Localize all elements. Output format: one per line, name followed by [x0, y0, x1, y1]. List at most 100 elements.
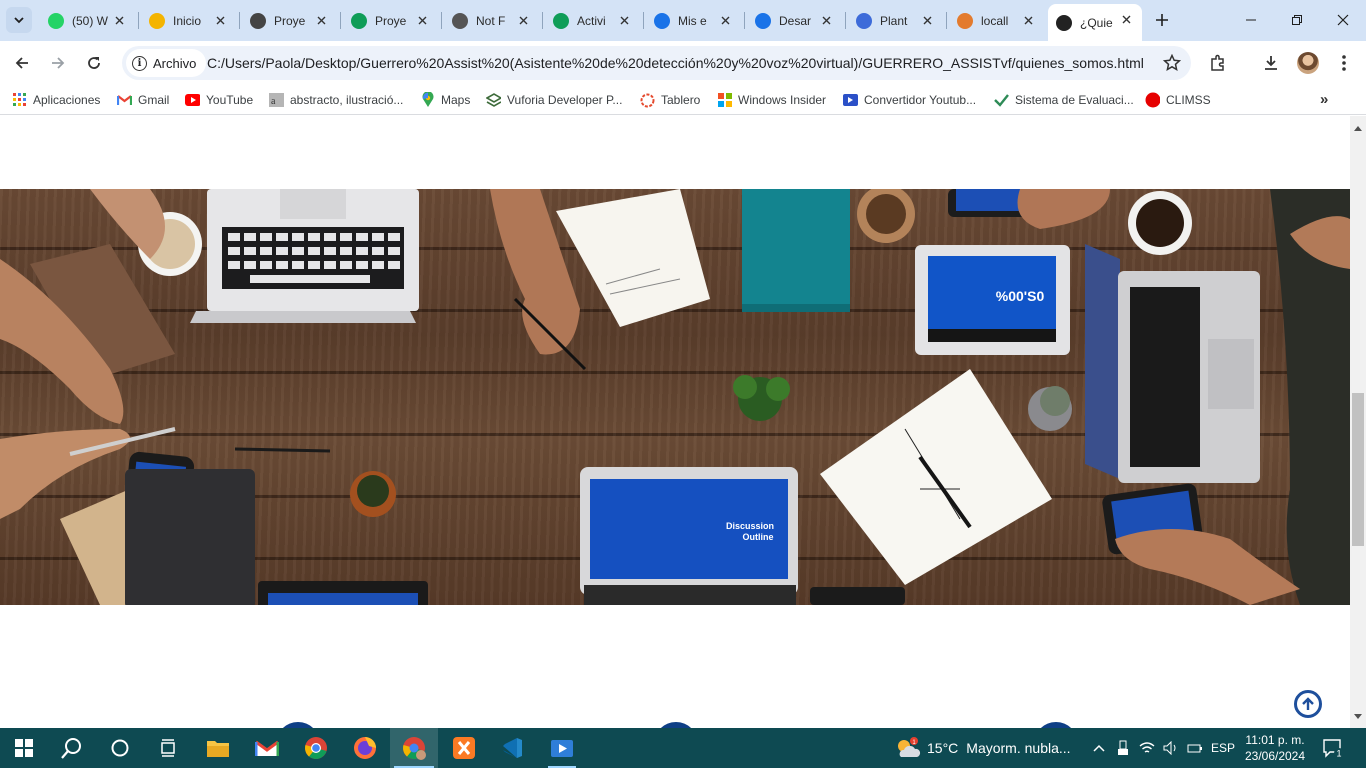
clock-date: 23/06/2024 — [1244, 749, 1306, 763]
browser-tab[interactable]: (50) W — [40, 5, 135, 36]
tab-title: Activi — [577, 13, 606, 28]
file-explorer-icon — [207, 741, 229, 757]
bookmark-item[interactable]: Aplicaciones — [12, 91, 100, 109]
volume-tray-icon[interactable] — [1160, 728, 1182, 768]
downloads-button[interactable] — [1258, 50, 1284, 76]
close-window-button[interactable] — [1320, 0, 1366, 40]
tab-search-button[interactable] — [6, 7, 32, 33]
tab-separator — [441, 12, 442, 29]
tab-close-button[interactable] — [919, 12, 935, 28]
browser-tab[interactable]: Proye — [343, 5, 438, 36]
bookmark-item[interactable]: Gmail — [117, 91, 169, 109]
browser-tab[interactable]: Desar — [747, 5, 842, 36]
taskbar-search-button[interactable] — [48, 728, 96, 768]
scroll-up-arrow[interactable] — [1354, 126, 1362, 131]
close-icon — [822, 16, 830, 24]
browser-tab[interactable]: Inicio — [141, 5, 236, 36]
page-viewport: %00'S0 Discussion Outline — [0, 116, 1350, 728]
weather-widget[interactable]: 1 15°C Mayorm. nubla... — [895, 728, 1071, 768]
wifi-tray-icon[interactable] — [1136, 728, 1158, 768]
browser-tab[interactable]: Proye — [242, 5, 337, 36]
browser-tab[interactable]: Plant — [848, 5, 943, 36]
bookmark-item[interactable]: CLIMSS — [1145, 91, 1211, 109]
bookmark-item[interactable]: Tablero — [640, 91, 700, 109]
image-icon: a — [269, 93, 284, 108]
tab-close-button[interactable] — [414, 12, 430, 28]
vscode-taskbar-button[interactable] — [488, 728, 536, 768]
notifications-button[interactable]: 1 — [1322, 737, 1344, 764]
bookmark-label: Tablero — [661, 93, 701, 107]
bookmark-item[interactable]: Vuforia Developer P... — [486, 91, 622, 109]
tab-close-button[interactable] — [111, 12, 127, 28]
browser-menu-button[interactable] — [1331, 50, 1357, 76]
browser-tab[interactable]: Mis e — [646, 5, 741, 36]
speaker-icon — [1163, 741, 1176, 755]
xampp-taskbar-button[interactable] — [440, 728, 488, 768]
scroll-to-top-button[interactable] — [1294, 690, 1322, 718]
tab-close-button[interactable] — [616, 12, 632, 28]
tab-title: locall — [981, 13, 1009, 28]
task-view-button[interactable] — [144, 728, 192, 768]
start-button[interactable] — [0, 728, 48, 768]
file-explorer-button[interactable] — [194, 728, 242, 768]
bookmark-item[interactable]: Convertidor Youtub... — [843, 91, 976, 109]
scrollbar-thumb[interactable] — [1352, 393, 1364, 546]
reload-button[interactable] — [79, 48, 109, 78]
url-text[interactable]: C:/Users/Paola/Desktop/Guerrero%20Assist… — [207, 46, 1144, 80]
close-icon — [1122, 15, 1130, 23]
close-icon — [1337, 14, 1349, 26]
bookmark-item[interactable]: YouTube — [185, 91, 253, 109]
chrome-taskbar-button[interactable] — [292, 728, 340, 768]
xampp-icon — [453, 737, 475, 759]
restore-button[interactable] — [1274, 0, 1320, 40]
minimize-button[interactable] — [1228, 0, 1274, 40]
forward-button[interactable] — [43, 48, 73, 78]
language-indicator[interactable]: ESP — [1208, 728, 1238, 768]
browser-tab[interactable]: Activi — [545, 5, 640, 36]
wifi-icon — [1139, 742, 1155, 753]
tab-close-button[interactable] — [212, 12, 228, 28]
tab-close-button[interactable] — [717, 12, 733, 28]
new-tab-button[interactable] — [1150, 8, 1174, 32]
address-bar[interactable]: i Archivo C:/Users/Paola/Desktop/Guerrer… — [122, 46, 1191, 80]
close-icon — [721, 16, 729, 24]
star-icon — [1162, 53, 1182, 72]
cortana-button[interactable] — [96, 728, 144, 768]
bookmark-item[interactable]: Sistema de Evaluaci... — [994, 91, 1134, 109]
info-icon: i — [132, 55, 147, 71]
show-hidden-icons-button[interactable] — [1088, 728, 1110, 768]
usb-icon — [1118, 740, 1128, 755]
notification-icon: 1 — [1323, 739, 1344, 759]
site-info-chip[interactable]: i Archivo — [126, 49, 207, 77]
battery-tray-icon[interactable] — [1184, 728, 1206, 768]
usb-tray-icon[interactable] — [1112, 728, 1134, 768]
vertical-scrollbar[interactable] — [1350, 116, 1366, 728]
firefox-taskbar-button[interactable] — [341, 728, 389, 768]
bookmarks-bar: Aplicaciones Gmail YouTube a abstracto, ilus… — [0, 85, 1366, 115]
tab-close-button[interactable] — [313, 12, 329, 28]
tab-close-button[interactable] — [1118, 11, 1134, 27]
clock[interactable]: 11:01 p. m. 23/06/2024 — [1240, 732, 1310, 764]
bookmark-item[interactable]: Maps — [420, 91, 470, 109]
browser-tab[interactable]: locall — [949, 5, 1044, 36]
browser-tab[interactable]: Not F — [444, 5, 539, 36]
gmail-taskbar-button[interactable] — [243, 728, 291, 768]
firefox-icon — [354, 737, 376, 759]
bookmark-item[interactable]: Windows Insider — [717, 91, 826, 109]
browser-tab[interactable]: ¿Quie — [1048, 4, 1142, 41]
tab-close-button[interactable] — [818, 12, 834, 28]
gmail-icon — [255, 740, 279, 756]
more-bookmarks-button[interactable]: » — [1320, 91, 1328, 108]
bookmark-star-button[interactable] — [1162, 53, 1182, 77]
bookmark-item[interactable]: a abstracto, ilustració... — [269, 91, 403, 109]
chrome-profile-taskbar-button[interactable] — [390, 728, 438, 768]
tab-close-button[interactable] — [1020, 12, 1036, 28]
profile-avatar[interactable] — [1297, 52, 1319, 74]
extensions-button[interactable] — [1205, 50, 1231, 76]
task-view-icon — [161, 739, 175, 757]
back-button[interactable] — [7, 48, 37, 78]
minimize-icon — [1246, 19, 1256, 21]
scroll-down-arrow[interactable] — [1354, 714, 1362, 719]
media-player-taskbar-button[interactable] — [538, 728, 586, 768]
tab-close-button[interactable] — [515, 12, 531, 28]
